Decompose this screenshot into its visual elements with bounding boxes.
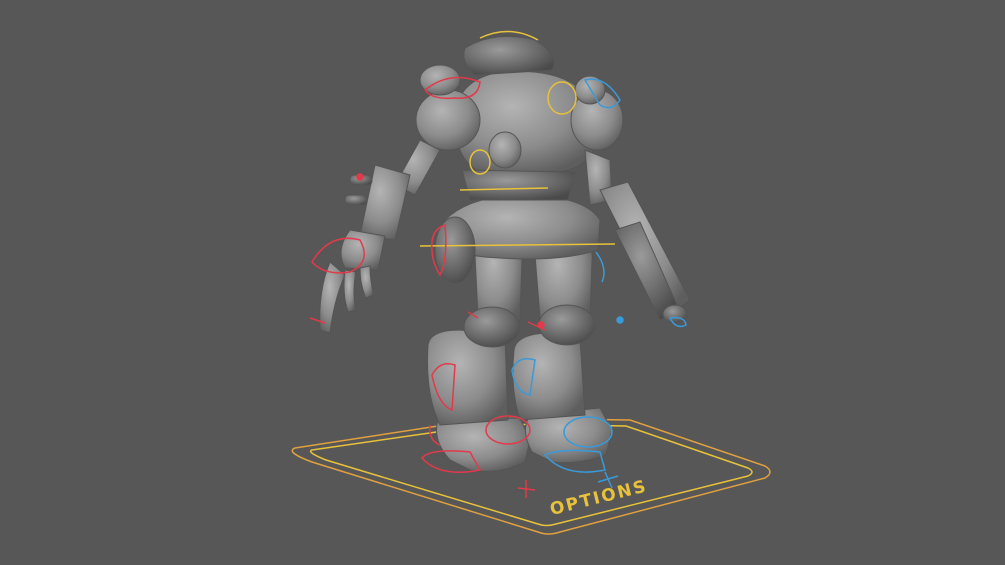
scene-canvas[interactable]: OPTIONS xyxy=(0,0,1005,565)
left-arm xyxy=(319,139,441,334)
3d-viewport[interactable]: OPTIONS xyxy=(0,0,1005,565)
right-foot xyxy=(512,332,613,464)
right-shoulder xyxy=(570,75,624,151)
right-arm-cannon xyxy=(584,149,691,324)
left-shoulder xyxy=(415,64,481,151)
